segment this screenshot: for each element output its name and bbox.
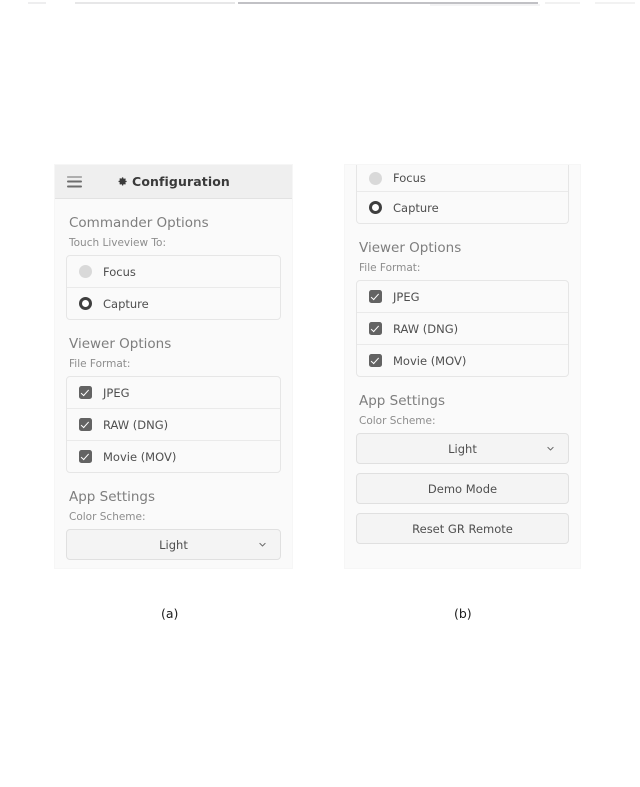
scan-artifact [75, 2, 235, 4]
radio-option-label: Focus [393, 171, 426, 185]
radio-option-capture[interactable]: Capture [67, 288, 280, 319]
radio-selected-icon [79, 297, 92, 310]
figure-caption-a: (a) [161, 606, 179, 621]
demo-mode-button[interactable]: Demo Mode [356, 473, 569, 504]
field-label-touch-liveview: Touch Liveview To: [69, 237, 167, 249]
checkbox-option-jpeg[interactable]: JPEG [357, 281, 568, 313]
screenshot-panel-b: Focus Capture Viewer Options File Format… [345, 165, 580, 568]
checkbox-option-raw-dng[interactable]: RAW (DNG) [357, 313, 568, 345]
field-label-file-format: File Format: [359, 262, 421, 274]
demo-mode-label: Demo Mode [427, 481, 498, 496]
checkbox-group-file-format: JPEG RAW (DNG) Movie (MOV) [66, 376, 281, 473]
field-label-color-scheme: Color Scheme: [359, 415, 436, 427]
radio-option-focus[interactable]: Focus [357, 165, 568, 192]
scan-artifact [430, 4, 540, 6]
section-title-app-settings: App Settings [359, 393, 446, 409]
checkbox-checked-icon [79, 386, 92, 399]
checkbox-group-file-format: JPEG RAW (DNG) Movie (MOV) [356, 280, 569, 377]
radio-group-touch-liveview: Focus Capture [66, 255, 281, 320]
field-label-file-format: File Format: [69, 358, 131, 370]
checkbox-checked-icon [369, 322, 382, 335]
radio-option-label: Capture [393, 200, 439, 215]
section-title-viewer-options: Viewer Options [69, 336, 172, 352]
page-title-text: Configuration [132, 174, 230, 189]
checkbox-option-jpeg[interactable]: JPEG [67, 377, 280, 409]
hamburger-icon[interactable] [67, 176, 82, 187]
scan-artifact [28, 2, 46, 4]
color-scheme-select[interactable]: Light [66, 529, 281, 560]
checkbox-option-label: JPEG [393, 289, 420, 304]
checkbox-option-raw-dng[interactable]: RAW (DNG) [67, 409, 280, 441]
radio-option-capture[interactable]: Capture [357, 192, 568, 223]
radio-selected-icon [369, 201, 382, 214]
app-header: Configuration [55, 165, 292, 199]
panel-a-body: Commander Options Touch Liveview To: Foc… [55, 215, 292, 560]
gear-icon [117, 176, 128, 187]
checkbox-option-movie-mov[interactable]: Movie (MOV) [67, 441, 280, 472]
section-title-viewer-options: Viewer Options [359, 240, 462, 256]
panel-b-body: Focus Capture Viewer Options File Format… [345, 165, 580, 544]
scan-artifact [545, 2, 580, 4]
checkbox-option-movie-mov[interactable]: Movie (MOV) [357, 345, 568, 376]
checkbox-option-label: RAW (DNG) [103, 417, 169, 432]
field-label-color-scheme: Color Scheme: [69, 511, 146, 523]
chevron-down-icon [546, 444, 555, 453]
color-scheme-select[interactable]: Light [356, 433, 569, 464]
checkbox-option-label: RAW (DNG) [393, 321, 459, 336]
radio-option-label: Focus [103, 264, 136, 279]
radio-unselected-icon [369, 171, 382, 185]
checkbox-checked-icon [79, 450, 92, 463]
page-title: Configuration [55, 174, 292, 189]
radio-option-label: Capture [103, 296, 149, 311]
color-scheme-value: Light [448, 441, 477, 456]
chevron-down-icon [258, 540, 267, 549]
color-scheme-value: Light [159, 537, 188, 552]
radio-group-touch-liveview-partial: Focus Capture [356, 165, 569, 224]
section-title-app-settings: App Settings [69, 489, 156, 505]
checkbox-checked-icon [369, 290, 382, 303]
checkbox-option-label: Movie (MOV) [103, 449, 177, 464]
section-title-commander-options: Commander Options [69, 215, 209, 231]
checkbox-checked-icon [79, 418, 92, 431]
scan-artifact [595, 2, 635, 4]
radio-unselected-icon [79, 265, 92, 278]
reset-gr-remote-label: Reset GR Remote [412, 521, 513, 536]
screenshot-panel-a: Configuration Commander Options Touch Li… [55, 165, 292, 568]
figure-caption-b: (b) [454, 606, 472, 621]
checkbox-option-label: JPEG [103, 385, 130, 400]
checkbox-option-label: Movie (MOV) [393, 353, 467, 368]
radio-option-focus[interactable]: Focus [67, 256, 280, 288]
checkbox-checked-icon [369, 354, 382, 367]
reset-gr-remote-button[interactable]: Reset GR Remote [356, 513, 569, 544]
